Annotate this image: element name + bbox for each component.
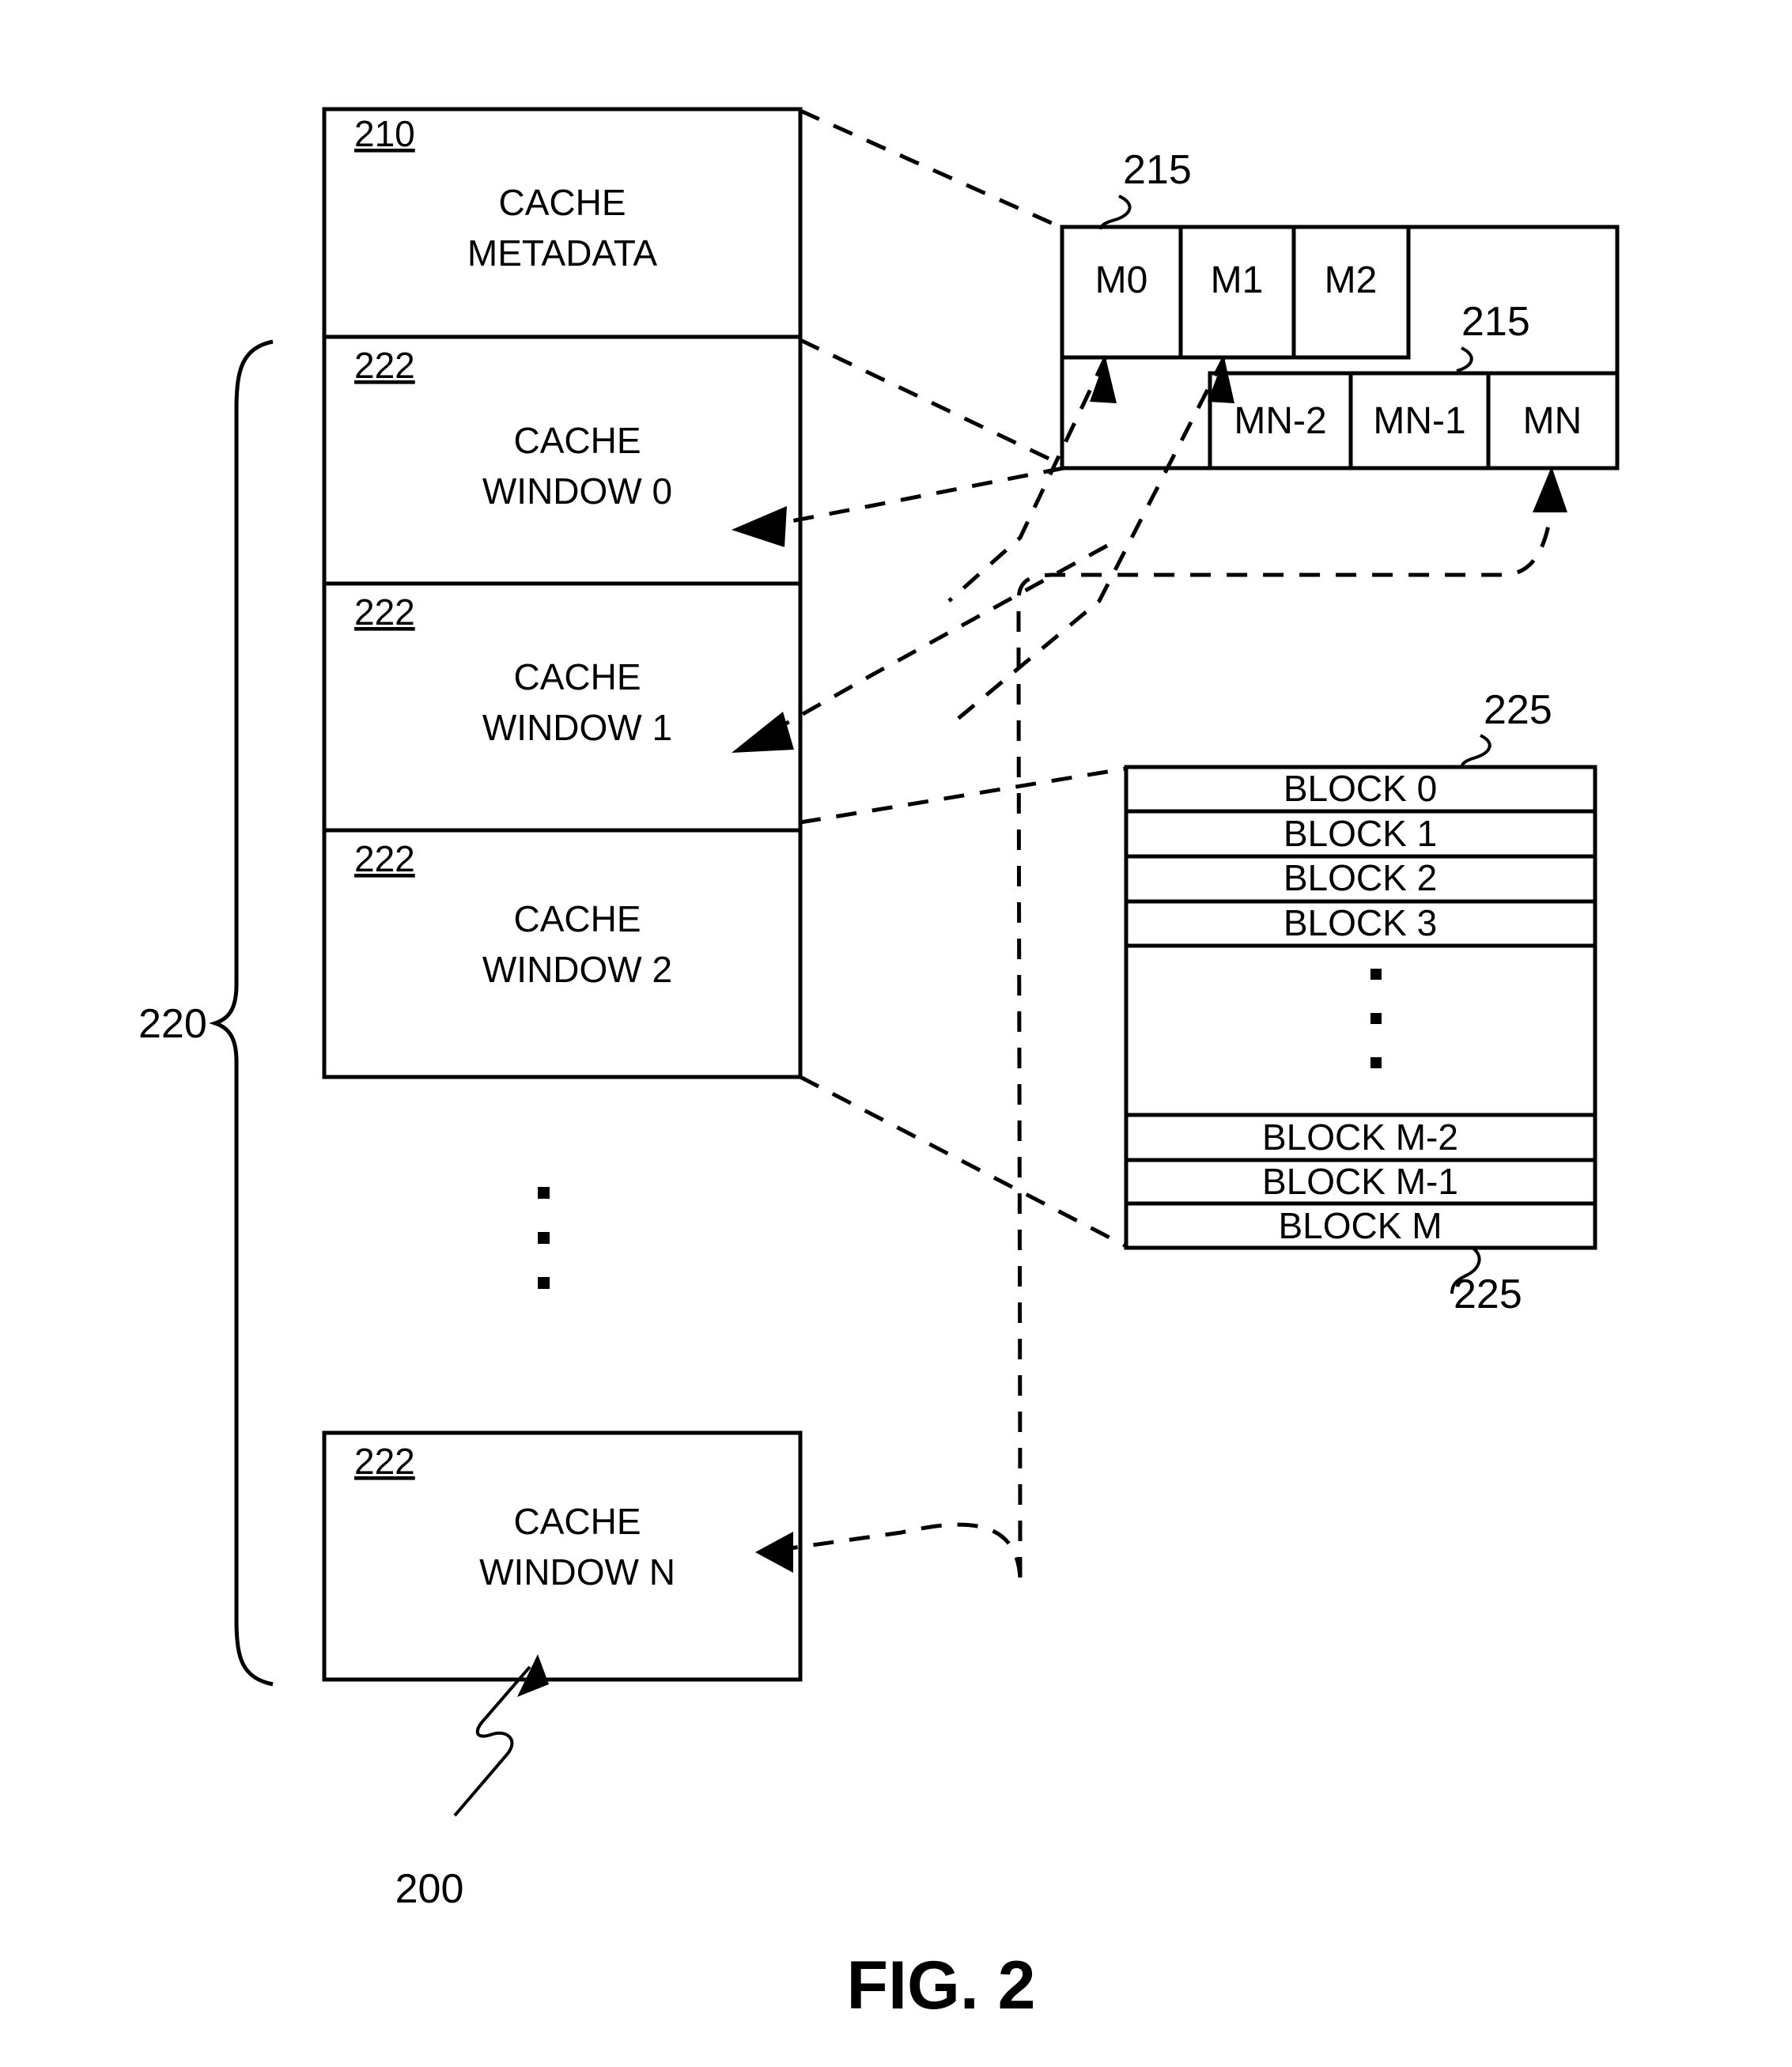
metadata-cell-mn-label: MN [1523, 400, 1582, 442]
cache-window-2-ref: 222 [354, 838, 415, 879]
cache-window-2-label-line2: WINDOW 2 [482, 949, 672, 990]
overall-ref-group: 200 [395, 1654, 549, 1912]
cache-windows-group-ref: 220 [138, 1001, 207, 1047]
block-row-m-1-label: BLOCK M-1 [1262, 1161, 1458, 1202]
cache-window-n-label-line2: WINDOW N [479, 1551, 675, 1593]
block-row-1-label: BLOCK 1 [1284, 813, 1437, 854]
cache-window-n-ref: 222 [354, 1441, 415, 1482]
block-row-2-label: BLOCK 2 [1284, 857, 1437, 898]
cache-window-1-label-line2: WINDOW 1 [482, 707, 672, 748]
cache-metadata-ref: 210 [354, 113, 415, 154]
cache-window-2-label-line1: CACHE [513, 898, 641, 939]
metadata-table-group: M0 M1 M2 MN-2 MN-1 MN 215 215 [1060, 147, 1620, 470]
blocks-table-group: BLOCK 0 BLOCK 1 BLOCK 2 BLOCK 3 BLOCK M-… [1124, 687, 1597, 1317]
connector-to-window-0 [778, 466, 1064, 526]
block-row-m-label: BLOCK M [1278, 1205, 1442, 1246]
cache-window-1-label-line1: CACHE [513, 656, 641, 697]
cache-window-1-ref: 222 [354, 591, 415, 633]
metadata-cell-m2-label: M2 [1325, 259, 1378, 301]
connector-metadata-to-table-top [799, 108, 1064, 230]
block-row-3-label: BLOCK 3 [1284, 902, 1437, 943]
connector-window-to-blocks-bottom [799, 1075, 1128, 1249]
connector-to-window-n [778, 1522, 1023, 1578]
connector-window-to-blocks-top [800, 766, 1127, 825]
metadata-cell-m1-label: M1 [1211, 259, 1264, 301]
block-row-m-2-label: BLOCK M-2 [1262, 1117, 1458, 1158]
cache-window-n-label-line1: CACHE [513, 1501, 641, 1542]
arrow-head-mn [1533, 467, 1567, 512]
metadata-cell-mn-2-label: MN-2 [1234, 400, 1326, 442]
metadata-ref-top-leader [1099, 195, 1132, 230]
metadata-table-ref-bottom: 215 [1461, 299, 1530, 345]
figure-caption: FIG. 2 [847, 1948, 1036, 2024]
metadata-cell-mn-1-label: MN-1 [1373, 400, 1465, 442]
cache-window-0-label-line1: CACHE [513, 420, 641, 461]
overall-ref-label: 200 [395, 1866, 464, 1912]
cache-metadata-label-line2: METADATA [467, 232, 658, 274]
block-row-0-label: BLOCK 0 [1284, 768, 1437, 809]
blocks-table-ref-top: 225 [1484, 687, 1552, 733]
metadata-table-ref-top: 215 [1123, 147, 1192, 193]
connector-metadata-to-table-bottom [799, 338, 1064, 467]
cache-window-0-label-line2: WINDOW 0 [482, 470, 672, 512]
cache-window-0-ref: 222 [354, 345, 415, 386]
patent-figure-2: 210 CACHE METADATA 222 CACHE WINDOW 0 22… [0, 0, 1792, 2067]
cache-metadata-label-line1: CACHE [498, 182, 626, 223]
blocks-ref-top-leader [1460, 734, 1491, 769]
metadata-cell-m0-label: M0 [1095, 259, 1148, 301]
cache-windows-brace [209, 339, 274, 1687]
left-column-ellipsis [538, 1187, 550, 1289]
left-column-group: 210 CACHE METADATA 222 CACHE WINDOW 0 22… [138, 107, 803, 1687]
figure-canvas: 210 CACHE METADATA 222 CACHE WINDOW 0 22… [138, 107, 1620, 2024]
overall-ref-leader [453, 1665, 531, 1817]
